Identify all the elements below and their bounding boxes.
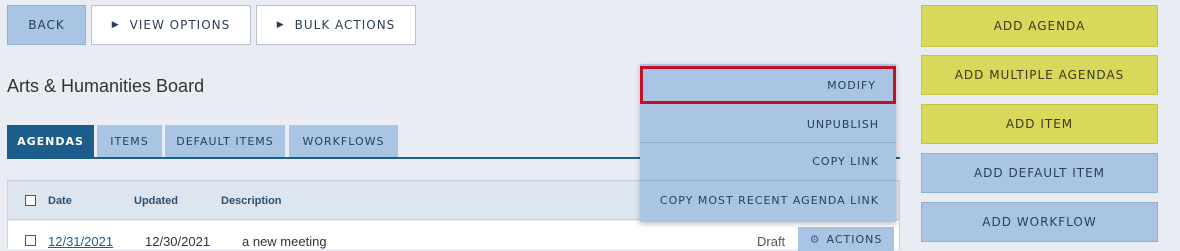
row-checkbox[interactable] bbox=[25, 235, 36, 246]
tab-label: AGENDAS bbox=[17, 135, 84, 148]
menu-item-unpublish[interactable]: UNPUBLISH bbox=[640, 106, 896, 142]
add-workflow-label: ADD WORKFLOW bbox=[982, 215, 1097, 229]
row-actions-button[interactable]: ⚙ ACTIONS bbox=[798, 227, 894, 251]
add-multiple-agendas-label: ADD MULTIPLE AGENDAS bbox=[954, 68, 1125, 82]
column-header-description[interactable]: Description bbox=[221, 195, 282, 207]
add-default-item-label: ADD DEFAULT ITEM bbox=[973, 166, 1106, 180]
menu-item-label: MODIFY bbox=[827, 78, 876, 92]
back-button-label: BACK bbox=[28, 18, 65, 32]
description-cell: a new meeting bbox=[242, 234, 327, 249]
view-options-label: VIEW OPTIONS bbox=[129, 18, 231, 32]
tab-items[interactable]: ITEMS bbox=[97, 125, 162, 158]
add-default-item-button[interactable]: ADD DEFAULT ITEM bbox=[921, 153, 1158, 193]
tab-default-items[interactable]: DEFAULT ITEMS bbox=[165, 125, 285, 158]
add-multiple-agendas-button[interactable]: ADD MULTIPLE AGENDAS bbox=[921, 55, 1158, 95]
tab-workflows[interactable]: WORKFLOWS bbox=[289, 125, 398, 158]
menu-item-modify[interactable]: MODIFY bbox=[640, 66, 896, 104]
add-workflow-button[interactable]: ADD WORKFLOW bbox=[921, 202, 1158, 242]
column-header-date[interactable]: Date bbox=[48, 195, 72, 207]
updated-date: 12/30/2021 bbox=[145, 234, 211, 249]
select-all-checkbox[interactable] bbox=[25, 195, 36, 206]
triangle-right-icon: ▶ bbox=[111, 20, 120, 30]
add-item-button[interactable]: ADD ITEM bbox=[921, 104, 1158, 144]
page-title: Arts & Humanities Board bbox=[7, 76, 205, 96]
view-options-button[interactable]: ▶ VIEW OPTIONS bbox=[91, 5, 251, 45]
row-actions-label: ACTIONS bbox=[826, 232, 883, 246]
tab-label: DEFAULT ITEMS bbox=[176, 135, 274, 148]
column-header-updated[interactable]: Updated bbox=[134, 195, 178, 207]
bulk-actions-label: BULK ACTIONS bbox=[294, 18, 396, 32]
menu-item-label: UNPUBLISH bbox=[806, 117, 879, 131]
gear-icon: ⚙ bbox=[809, 232, 821, 246]
tab-label: WORKFLOWS bbox=[302, 135, 385, 148]
menu-item-copy-link[interactable]: COPY LINK bbox=[640, 142, 896, 180]
table-row: 12/31/2021 12/30/2021 a new meeting Draf… bbox=[7, 221, 900, 251]
agenda-date-link[interactable]: 12/31/2021 bbox=[48, 234, 113, 249]
add-agenda-button[interactable]: ADD AGENDA bbox=[921, 5, 1158, 47]
add-item-label: ADD ITEM bbox=[1005, 117, 1074, 131]
tab-label: ITEMS bbox=[110, 135, 149, 148]
status-cell: Draft bbox=[757, 234, 786, 249]
add-agenda-label: ADD AGENDA bbox=[993, 19, 1086, 33]
menu-item-label: COPY LINK bbox=[812, 155, 879, 168]
back-button[interactable]: BACK bbox=[7, 5, 86, 45]
menu-item-label: COPY MOST RECENT AGENDA LINK bbox=[659, 194, 879, 207]
actions-dropdown-menu: MODIFY UNPUBLISH COPY LINK COPY MOST REC… bbox=[640, 64, 896, 222]
triangle-right-icon: ▶ bbox=[276, 20, 285, 30]
tab-agendas[interactable]: AGENDAS bbox=[7, 125, 94, 158]
menu-item-copy-most-recent-agenda-link[interactable]: COPY MOST RECENT AGENDA LINK bbox=[640, 180, 896, 220]
bulk-actions-button[interactable]: ▶ BULK ACTIONS bbox=[256, 5, 416, 45]
